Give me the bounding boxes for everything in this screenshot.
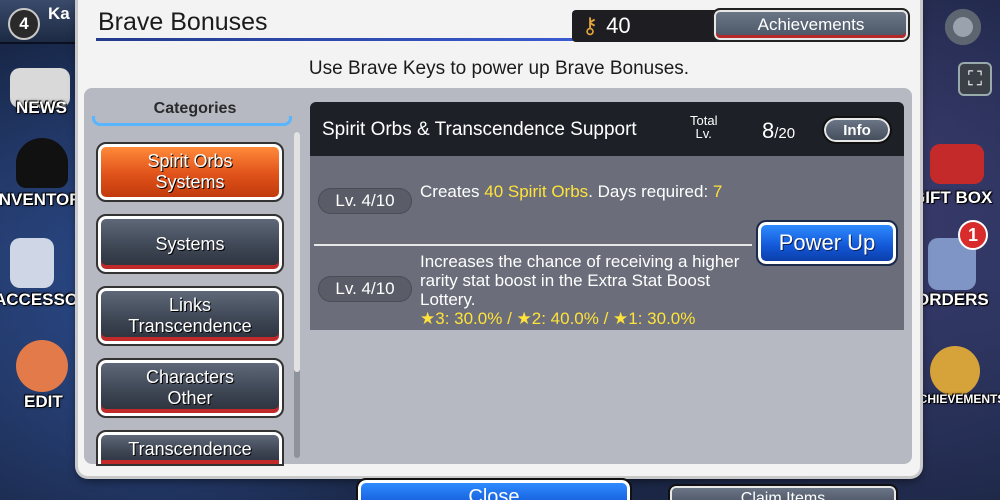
category-label-line2: Other (167, 388, 213, 408)
total-level-max: /20 (774, 125, 796, 142)
close-button[interactable]: Close (356, 478, 632, 500)
bonus-effect-text: Increases the chance of receiving a high… (420, 252, 760, 328)
key-icon: ⚷ (582, 13, 599, 38)
effect-highlight: 7 (712, 182, 723, 201)
title-underline (96, 38, 576, 41)
bonus-detail-body: Lv. 4/10 Creates 40 Spirit Orbs. Days re… (310, 156, 904, 330)
category-spirit-orbs-systems[interactable]: Spirit Orbs Systems (96, 142, 284, 202)
brave-bonuses-modal: Brave Bonuses ⚷ 40 Achievements Use Brav… (78, 0, 920, 476)
effect-highlight: 40 Spirit Orbs (484, 182, 589, 201)
bonus-level-pill: Lv. 4/10 (318, 188, 412, 214)
achievements-button[interactable]: Achievements (712, 8, 910, 42)
orders-notification-badge: 1 (958, 220, 988, 250)
effect-highlight: ★3: 30.0% / ★2: 40.0% / ★1: 30.0% (420, 309, 696, 328)
effect-text-part: Creates (420, 182, 485, 201)
instruction-text: Use Brave Keys to power up Brave Bonuses… (308, 58, 690, 79)
modal-title: Brave Bonuses (98, 8, 268, 36)
brave-keys-count: 40 (606, 13, 631, 38)
category-label-line1: Systems (155, 233, 225, 254)
lv-label: Lv. (695, 126, 712, 141)
category-label-line1: Links (168, 295, 212, 315)
category-systems[interactable]: Systems (96, 214, 284, 274)
player-header[interactable]: 4 Ka (0, 0, 90, 44)
category-links-transcendence[interactable]: Links Transcendence (96, 286, 284, 346)
category-label-line1: Characters (145, 367, 235, 387)
category-transcendence[interactable]: Transcendence (96, 430, 284, 466)
effect-text-part: Increases the chance of receiving a high… (420, 252, 740, 309)
achievements-menu-item[interactable]: ACHIEVEMENTS (910, 392, 1000, 406)
category-label-line1: Spirit Orbs (147, 151, 233, 171)
total-level-current: 8 (762, 118, 775, 143)
orders-menu-item[interactable]: ORDERS (916, 290, 989, 310)
achievements-medal-icon[interactable] (930, 346, 980, 396)
bonus-level-pill: Lv. 4/10 (318, 276, 412, 302)
bonus-panel: Categories Spirit Orbs Systems Systems L… (84, 88, 912, 466)
cat-icon[interactable] (16, 138, 68, 188)
bonus-divider (314, 244, 752, 246)
brave-keys-counter: ⚷ 40 (572, 10, 722, 42)
total-level-value: 8/20 (762, 118, 795, 144)
character-portrait-icon[interactable] (16, 340, 68, 392)
claim-items-button[interactable]: Claim Items (668, 484, 898, 500)
gear-icon[interactable] (940, 4, 986, 50)
gift-box-icon[interactable] (930, 144, 984, 184)
category-label-line2: Transcendence (128, 316, 252, 336)
effect-text-part: . Days required: (588, 182, 713, 201)
expand-icon[interactable]: ⛶ (958, 62, 992, 96)
category-label-line1: Transcendence (128, 439, 252, 459)
total-level-label: Total Lv. (690, 114, 717, 140)
edit-menu-item[interactable]: EDIT (24, 392, 63, 412)
gift-box-menu-item[interactable]: GIFT BOX (912, 188, 992, 208)
bonus-detail-title: Spirit Orbs & Transcendence Support (322, 119, 637, 140)
player-name: Ka (48, 4, 70, 23)
category-characters-other[interactable]: Characters Other (96, 358, 284, 418)
categories-scrollbar[interactable] (294, 132, 300, 458)
scrollbar-thumb[interactable] (294, 132, 300, 372)
news-menu-item[interactable]: NEWS (16, 98, 67, 118)
power-up-button[interactable]: Power Up (756, 220, 898, 266)
bonus-detail-header: Spirit Orbs & Transcendence Support Tota… (310, 102, 904, 156)
bunny-icon[interactable] (10, 238, 54, 288)
category-label-line2: Systems (155, 172, 225, 192)
bonus-effect-text: Creates 40 Spirit Orbs. Days required: 7 (420, 182, 760, 201)
player-level-badge: 4 (8, 8, 40, 40)
categories-header: Categories (153, 100, 237, 117)
info-button[interactable]: Info (822, 116, 892, 144)
